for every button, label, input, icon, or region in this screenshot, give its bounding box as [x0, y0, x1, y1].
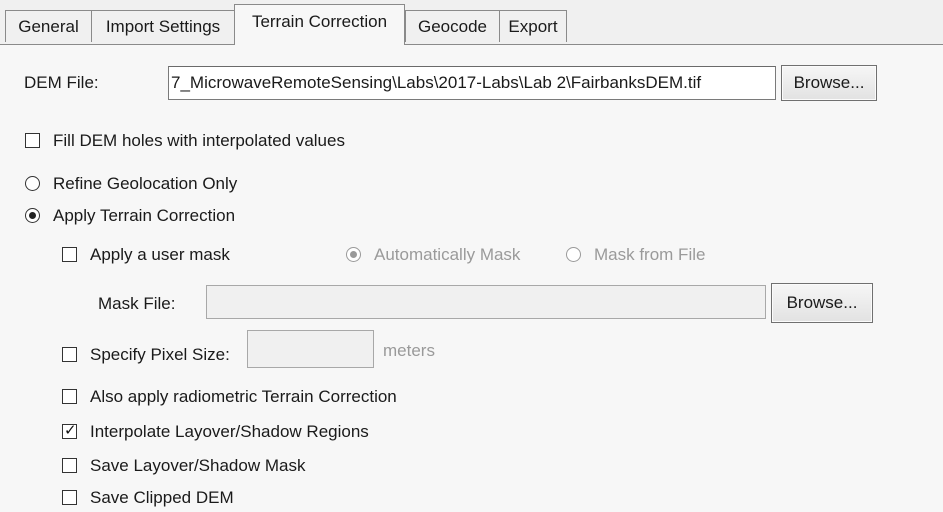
apply-terrain-correction-label: Apply Terrain Correction	[53, 206, 236, 225]
tab-terrain-correction-label: Terrain Correction	[251, 12, 388, 31]
mask-file-input[interactable]	[206, 285, 766, 319]
tab-geocode-label: Geocode	[418, 16, 487, 36]
refine-geolocation-label: Refine Geolocation Only	[53, 174, 238, 193]
tab-general[interactable]: General	[5, 10, 92, 42]
interpolate-layover-label: Interpolate Layover/Shadow Regions	[90, 422, 369, 441]
save-clipped-dem-checkbox[interactable]	[62, 490, 77, 505]
dem-file-input[interactable]: 7_MicrowaveRemoteSensing\Labs\2017-Labs\…	[168, 66, 776, 100]
radio-selected-dot	[29, 212, 36, 219]
tab-general-label: General	[18, 16, 79, 36]
fill-holes-checkbox[interactable]	[25, 133, 40, 148]
tab-import-settings[interactable]: Import Settings	[91, 10, 235, 42]
tab-import-settings-label: Import Settings	[105, 16, 221, 36]
pixel-size-checkbox[interactable]	[62, 347, 77, 362]
mask-file-label: Mask File:	[98, 294, 176, 313]
tab-export-label: Export	[508, 16, 558, 36]
pixel-size-unit: meters	[383, 341, 435, 360]
check-mark-icon: ✓	[64, 421, 77, 439]
dem-file-label: DEM File:	[24, 73, 99, 92]
dem-browse-button[interactable]: Browse...	[781, 65, 877, 101]
automatically-mask-label: Automatically Mask	[374, 245, 521, 264]
apply-terrain-correction-radio[interactable]	[25, 208, 40, 223]
automatically-mask-radio[interactable]	[346, 247, 361, 262]
user-mask-checkbox[interactable]	[62, 247, 77, 262]
mask-from-file-label: Mask from File	[594, 245, 706, 264]
tab-terrain-correction[interactable]: Terrain Correction	[234, 4, 405, 45]
mask-browse-button[interactable]: Browse...	[771, 283, 873, 323]
radio-selected-dot	[350, 251, 357, 258]
fill-holes-label: Fill DEM holes with interpolated values	[53, 131, 345, 150]
refine-geolocation-radio[interactable]	[25, 176, 40, 191]
save-layover-mask-label: Save Layover/Shadow Mask	[90, 456, 306, 475]
tab-strip: General Import Settings Terrain Correcti…	[0, 0, 943, 45]
mask-from-file-radio[interactable]	[566, 247, 581, 262]
tab-geocode[interactable]: Geocode	[405, 10, 500, 42]
pixel-size-label: Specify Pixel Size:	[90, 345, 230, 364]
tab-export[interactable]: Export	[499, 10, 567, 42]
save-clipped-dem-label: Save Clipped DEM	[90, 488, 234, 507]
user-mask-label: Apply a user mask	[90, 245, 230, 264]
save-layover-mask-checkbox[interactable]	[62, 458, 77, 473]
radiometric-checkbox[interactable]	[62, 389, 77, 404]
interpolate-layover-checkbox[interactable]: ✓	[62, 421, 77, 439]
pixel-size-input[interactable]	[247, 330, 374, 368]
radiometric-label: Also apply radiometric Terrain Correctio…	[90, 387, 397, 406]
